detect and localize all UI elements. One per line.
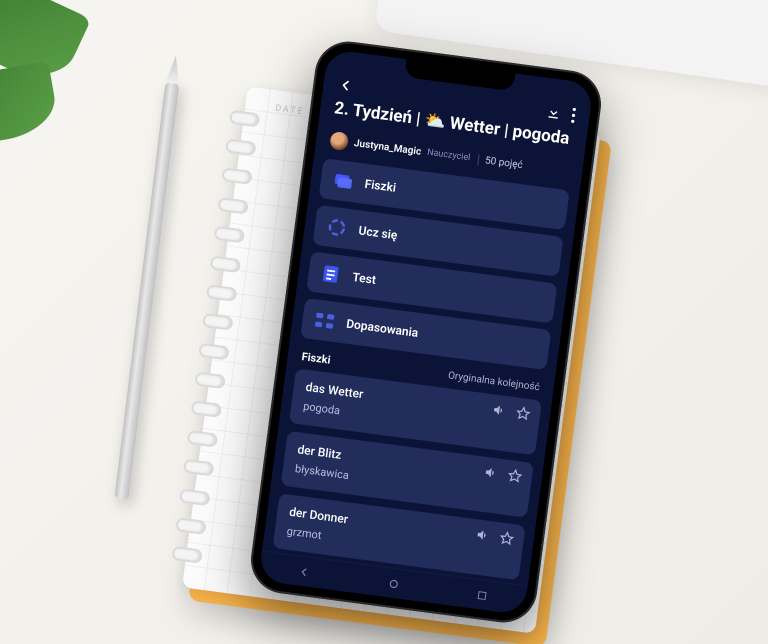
author-name: Justyna_Magic	[353, 138, 422, 158]
mode-label: Test	[352, 270, 377, 287]
test-icon	[319, 263, 341, 285]
star-icon[interactable]	[515, 406, 531, 422]
pen	[114, 81, 179, 500]
learn-icon	[326, 217, 348, 239]
mode-label: Fiszki	[364, 177, 397, 195]
star-icon[interactable]	[499, 531, 515, 547]
star-icon[interactable]	[507, 468, 523, 484]
audio-icon[interactable]	[475, 528, 491, 544]
audio-icon[interactable]	[483, 465, 499, 481]
section-title: Fiszki	[301, 350, 331, 367]
app-screen: 2. Tydzień | ⛅ Wetter | pogoda Justyna_M…	[258, 49, 594, 615]
nav-home-icon[interactable]	[386, 576, 402, 592]
match-icon	[313, 310, 335, 332]
author-role: Nauczyciel	[426, 148, 470, 164]
nav-back-icon[interactable]	[297, 564, 313, 580]
term-count: 50 pojęć	[477, 154, 523, 171]
flashcards-icon	[332, 170, 354, 192]
plant-leaves	[0, 0, 120, 160]
audio-icon[interactable]	[492, 403, 508, 419]
nav-recent-icon[interactable]	[475, 588, 488, 601]
mode-label: Dopasowania	[345, 317, 419, 340]
avatar	[329, 131, 349, 151]
desk-scene: 2. Tydzień | ⛅ Wetter | pogoda Justyna_M…	[0, 0, 768, 644]
more-icon[interactable]	[571, 107, 577, 123]
mode-label: Ucz się	[358, 224, 398, 243]
